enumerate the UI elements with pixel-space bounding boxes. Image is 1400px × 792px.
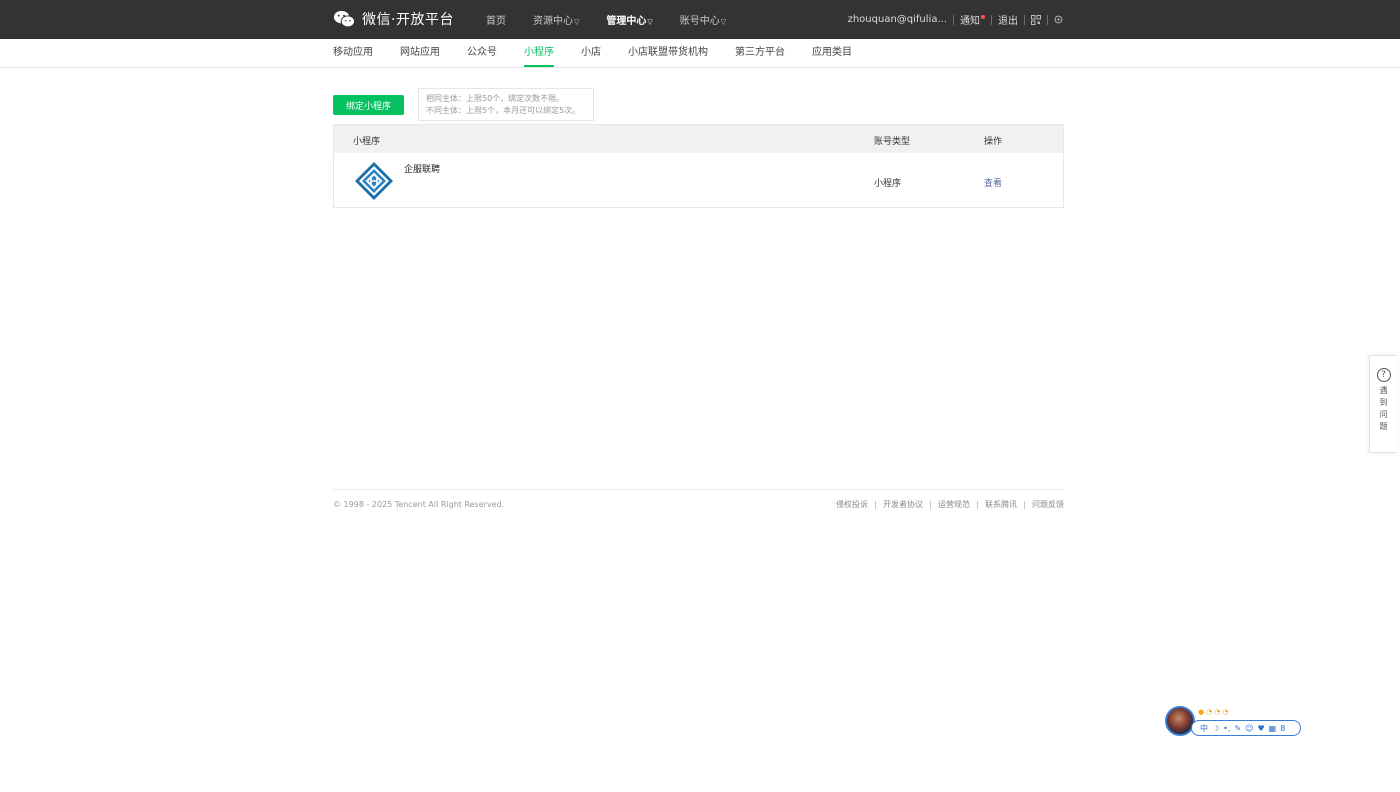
chevron-down-icon: ▽ bbox=[574, 18, 580, 26]
moon-icon: ◔ bbox=[1206, 708, 1213, 716]
mini-program-logo-icon bbox=[355, 162, 393, 200]
topnav-home[interactable]: 首页 bbox=[486, 12, 506, 27]
divider bbox=[1024, 14, 1025, 25]
notice-badge bbox=[981, 15, 985, 19]
footer-links: 侵权投诉 开发者协议 运营规范 联系腾讯 问题反馈 bbox=[836, 499, 1064, 510]
column-header-type: 账号类型 bbox=[874, 137, 911, 147]
qrcode-icon[interactable] bbox=[1031, 14, 1041, 25]
user-area: zhouquan@qifulia... 通知 退出 bbox=[848, 0, 1063, 39]
top-nav: 首页 资源中心▽ 管理中心▽ 账号中心▽ bbox=[486, 0, 753, 39]
pen-icon[interactable]: ✎ bbox=[1234, 724, 1241, 733]
question-icon: ? bbox=[1376, 368, 1391, 382]
copyright: © 1998 - 2025 Tencent All Right Reserved… bbox=[333, 500, 505, 509]
more-icon[interactable]: 8 bbox=[1280, 724, 1285, 733]
divider bbox=[953, 14, 954, 25]
column-header-action: 操作 bbox=[984, 137, 1003, 147]
tip-line-different-entity: 不同主体：上限5个，本月还可以绑定5次。 bbox=[426, 106, 581, 115]
top-header: 微信·开放平台 首页 资源中心▽ 管理中心▽ 账号中心▽ zhouquan@qi… bbox=[0, 0, 1400, 39]
help-panel[interactable]: ? 遇到问题 bbox=[1369, 355, 1397, 453]
footer-divider bbox=[333, 489, 1064, 490]
footer-link-feedback[interactable]: 问题反馈 bbox=[1032, 499, 1064, 510]
column-header-name: 小程序 bbox=[353, 137, 381, 147]
ime-status-icons: ● ◔ ◔ ◔ bbox=[1198, 708, 1228, 716]
divider bbox=[930, 500, 931, 509]
emoji-icon[interactable]: ☺ bbox=[1245, 724, 1253, 733]
bind-mini-program-button[interactable]: 绑定小程序 bbox=[333, 95, 404, 115]
ime-bar: 中 ☽ •, ✎ ☺ ♥ ▦ 8 bbox=[1191, 720, 1301, 736]
topnav-management-center[interactable]: 管理中心▽ bbox=[606, 12, 652, 27]
chevron-down-icon: ▽ bbox=[720, 18, 727, 26]
tab-third-party-platform[interactable]: 第三方平台 bbox=[735, 39, 785, 67]
footer-link-contact-tencent[interactable]: 联系腾讯 bbox=[985, 499, 1017, 510]
tab-mobile-app[interactable]: 移动应用 bbox=[333, 39, 373, 67]
tab-official-account[interactable]: 公众号 bbox=[467, 39, 497, 67]
topnav-account-center[interactable]: 账号中心▽ bbox=[680, 12, 726, 27]
skin-icon[interactable]: ♥ bbox=[1257, 724, 1264, 733]
chevron-down-icon: ▽ bbox=[647, 18, 653, 26]
sun-icon: ● bbox=[1198, 708, 1205, 716]
topnav-resource-center[interactable]: 资源中心▽ bbox=[533, 12, 579, 27]
ime-toolbar[interactable]: ● ◔ ◔ ◔ 中 ☽ •, ✎ ☺ ♥ ▦ 8 bbox=[1165, 705, 1303, 737]
table-row: 企服联聘 小程序 查看 bbox=[334, 153, 1063, 208]
view-link[interactable]: 查看 bbox=[984, 176, 1002, 189]
divider bbox=[977, 500, 978, 509]
divider bbox=[1047, 14, 1048, 25]
tab-shop-alliance[interactable]: 小店联盟带货机构 bbox=[628, 39, 708, 67]
toolbox-icon[interactable]: ▦ bbox=[1269, 724, 1277, 733]
sub-nav: 移动应用 网站应用 公众号 小程序 小店 小店联盟带货机构 第三方平台 应用类目 bbox=[0, 39, 1400, 68]
ime-chinese-mode[interactable]: 中 bbox=[1200, 723, 1208, 734]
footer-link-operation-rules[interactable]: 运营规范 bbox=[938, 499, 970, 510]
logout-link[interactable]: 退出 bbox=[998, 12, 1018, 27]
settings-icon[interactable] bbox=[1054, 15, 1063, 24]
divider bbox=[1024, 500, 1025, 509]
notice-link[interactable]: 通知 bbox=[960, 12, 985, 27]
tip-line-same-entity: 相同主体：上限50个，绑定次数不限。 bbox=[426, 94, 565, 103]
account-type-value: 小程序 bbox=[874, 179, 902, 189]
moon-icon[interactable]: ☽ bbox=[1212, 724, 1219, 733]
tab-website-app[interactable]: 网站应用 bbox=[400, 39, 440, 67]
wechat-icon bbox=[333, 10, 356, 28]
footer-link-developer-agreement[interactable]: 开发者协议 bbox=[883, 499, 923, 510]
moon-icon: ◔ bbox=[1222, 708, 1229, 716]
wechat-open-logo[interactable]: 微信·开放平台 bbox=[333, 9, 454, 29]
tab-app-category[interactable]: 应用类目 bbox=[812, 39, 852, 67]
table-header: 小程序 账号类型 操作 bbox=[334, 125, 1063, 153]
bind-limit-tip: 相同主体：上限50个，绑定次数不限。 不同主体：上限5个，本月还可以绑定5次。 bbox=[418, 88, 594, 121]
footer-link-infringement[interactable]: 侵权投诉 bbox=[836, 499, 868, 510]
punctuation-icon[interactable]: •, bbox=[1223, 724, 1230, 733]
mini-program-table: 小程序 账号类型 操作 企服联聘 小程序 查看 bbox=[333, 124, 1064, 208]
logo-text: 微信·开放平台 bbox=[362, 12, 454, 28]
help-label: 遇到问题 bbox=[1379, 386, 1388, 434]
user-account[interactable]: zhouquan@qifulia... bbox=[848, 14, 947, 25]
moon-icon: ◔ bbox=[1214, 708, 1221, 716]
mini-program-name: 企服联聘 bbox=[404, 165, 441, 175]
divider bbox=[991, 14, 992, 25]
tab-mini-program[interactable]: 小程序 bbox=[524, 39, 554, 67]
ime-avatar[interactable] bbox=[1165, 706, 1195, 736]
tab-shop[interactable]: 小店 bbox=[581, 39, 601, 67]
divider bbox=[875, 500, 876, 509]
